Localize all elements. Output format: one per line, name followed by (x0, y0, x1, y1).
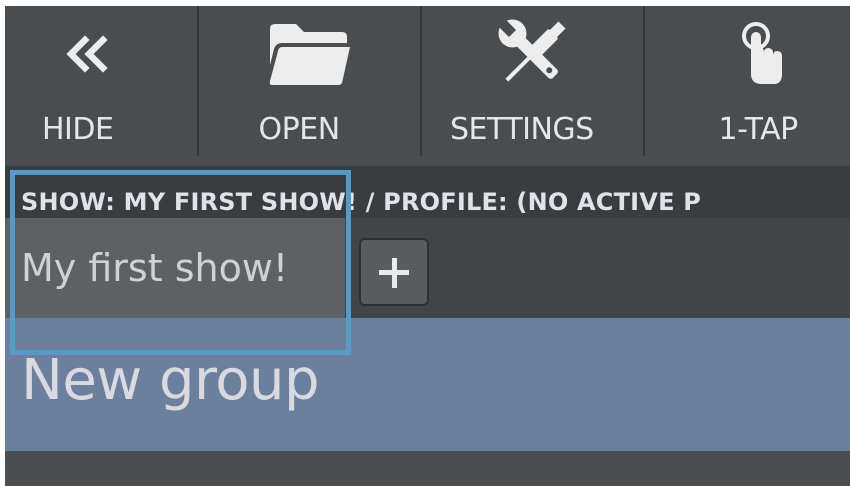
show-tabs-bar: My first show! (5, 218, 850, 318)
app-window: HIDE OPEN SETTINGS 1-TAP SHOW: MY FIRST … (5, 6, 850, 486)
one-tap-button[interactable]: 1-TAP (645, 6, 850, 166)
content-area (5, 451, 850, 486)
double-chevron-left-icon (59, 14, 115, 94)
breadcrumb-text: SHOW: MY FIRST SHOW! / PROFILE: (NO ACTI… (21, 188, 702, 216)
one-tap-label: 1-TAP (718, 112, 798, 147)
settings-label: SETTINGS (450, 112, 594, 147)
breadcrumb: SHOW: MY FIRST SHOW! / PROFILE: (NO ACTI… (5, 166, 850, 218)
hide-label: HIDE (42, 112, 114, 147)
folder-icon (267, 14, 353, 94)
open-button[interactable]: OPEN (199, 6, 420, 166)
tap-hand-icon (737, 14, 787, 94)
add-show-button[interactable] (359, 238, 429, 306)
settings-button[interactable]: SETTINGS (422, 6, 643, 166)
group-label: New group (21, 348, 320, 413)
show-tab-label: My first show! (21, 246, 289, 290)
show-tab[interactable]: My first show! (5, 218, 345, 318)
group-item[interactable]: New group (5, 318, 850, 451)
open-label: OPEN (258, 112, 341, 147)
toolbar: HIDE OPEN SETTINGS 1-TAP (5, 6, 850, 166)
hide-button[interactable]: HIDE (5, 6, 197, 166)
tools-icon (488, 14, 578, 94)
